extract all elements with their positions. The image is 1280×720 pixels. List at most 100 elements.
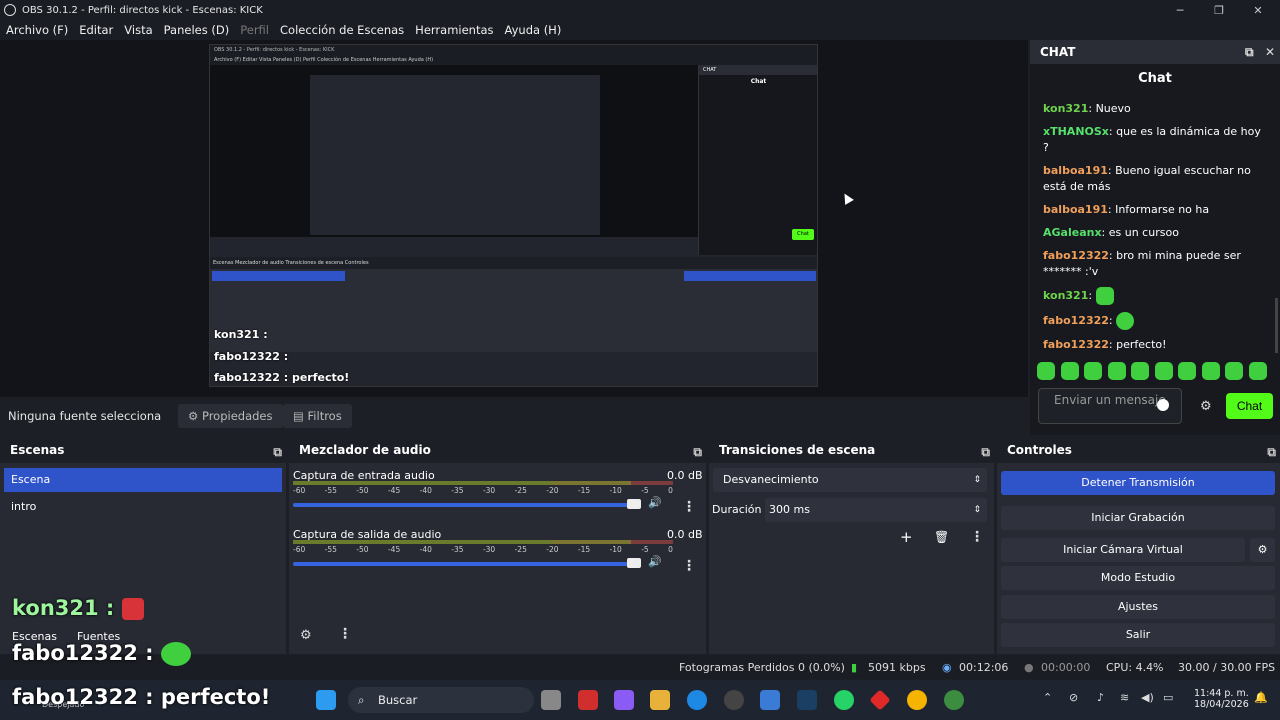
stream-time: 00:12:06 <box>959 661 1009 674</box>
volume-slider-handle[interactable] <box>627 558 641 568</box>
track-menu-dots-icon[interactable]: ⋮ <box>682 499 696 515</box>
stop-stream-button[interactable]: Detener Transmisión <box>1001 471 1275 495</box>
emote-icon[interactable] <box>1225 362 1243 380</box>
emote-icon[interactable] <box>1131 362 1149 380</box>
task-view-icon[interactable] <box>541 690 561 710</box>
preview-overlay-line3: fabo12322 : perfecto! <box>214 371 350 384</box>
notification-bell-icon[interactable]: 🔔 <box>1254 691 1268 704</box>
emote-icon[interactable] <box>1154 362 1173 380</box>
taskbar-search[interactable]: ⌕ Buscar <box>348 687 534 713</box>
program-preview[interactable]: OBS 30.1.2 - Perfil: directos kick - Esc… <box>0 40 1028 397</box>
emote-icon[interactable] <box>1084 362 1102 380</box>
chat-settings-gear-icon[interactable]: ⚙ <box>1200 399 1212 414</box>
volume-slider-handle[interactable] <box>627 499 641 509</box>
transitions-title: Transiciones de escena <box>719 443 876 457</box>
obs-taskbar-icon[interactable] <box>724 690 744 710</box>
studio-mode-button[interactable]: Modo Estudio <box>1001 566 1275 590</box>
emote-icon[interactable] <box>1107 362 1126 380</box>
virtual-camera-settings-button[interactable]: ⚙ <box>1250 538 1275 562</box>
chrome-profile-icon[interactable] <box>944 690 964 710</box>
speaker-icon[interactable]: 🔊 <box>648 496 662 509</box>
start-recording-button[interactable]: Iniciar Grabación <box>1001 506 1275 530</box>
exit-button[interactable]: Salir <box>1001 623 1275 647</box>
track-menu-dots-icon[interactable]: ⋮ <box>682 558 696 574</box>
mixer-title: Mezclador de audio <box>299 443 431 457</box>
menu-perfil[interactable]: Perfil <box>240 23 269 37</box>
menu-paneles[interactable]: Paneles (D) <box>164 23 230 37</box>
scene-item-escena[interactable]: Escena <box>4 468 282 492</box>
file-explorer-icon[interactable] <box>650 690 670 710</box>
chat-undock-icon[interactable]: ⧉ <box>1245 45 1254 60</box>
trash-icon[interactable]: 🗑 <box>934 530 949 544</box>
volume-meter <box>293 540 673 544</box>
maximize-button[interactable]: ❐ <box>1199 0 1239 20</box>
emote-icon[interactable] <box>1248 362 1267 380</box>
netflix-icon[interactable] <box>578 690 598 710</box>
windows-start-icon[interactable] <box>316 690 336 710</box>
preview-mini-scene-selected <box>212 271 345 281</box>
chat-username[interactable]: kon321 <box>1043 289 1088 302</box>
filters-label: Filtros <box>307 409 342 423</box>
clock[interactable]: 11:44 p. m. 18/04/2026 <box>1194 688 1249 710</box>
microphone-icon[interactable]: ♪ <box>1097 691 1104 704</box>
chat-username[interactable]: balboa191 <box>1043 164 1108 177</box>
volume-slider[interactable] <box>293 562 639 566</box>
emote-icon[interactable] <box>1060 362 1079 380</box>
undock-icon[interactable]: ⧉ <box>1267 440 1276 465</box>
scenes-title: Escenas <box>10 443 65 457</box>
emote-icon[interactable] <box>1037 362 1055 380</box>
menu-coleccion-escenas[interactable]: Colección de Escenas <box>280 23 404 37</box>
emote-icon[interactable] <box>1178 362 1196 380</box>
overlay-chat-line1: kon321 : <box>12 596 144 620</box>
menu-ayuda[interactable]: Ayuda (H) <box>505 23 562 37</box>
disney-icon[interactable] <box>797 690 817 710</box>
properties-button[interactable]: ⚙ Propiedades <box>178 404 283 428</box>
transition-select[interactable]: Desvanecimiento ⇕ <box>713 468 987 492</box>
chat-username[interactable]: fabo12322 <box>1043 338 1109 351</box>
chat-username[interactable]: fabo12322 <box>1043 314 1109 327</box>
chat-username[interactable]: balboa191 <box>1043 203 1108 216</box>
menu-herramientas[interactable]: Herramientas <box>415 23 493 37</box>
mixer-settings-gear-icon[interactable]: ⚙ <box>300 628 312 643</box>
speaker-icon[interactable]: 🔊 <box>648 555 662 568</box>
emote-icon[interactable] <box>1201 362 1220 380</box>
wifi-icon[interactable]: ≋ <box>1120 691 1129 704</box>
minimize-button[interactable]: ─ <box>1160 0 1200 20</box>
chat-scrollbar[interactable] <box>1275 298 1278 353</box>
menu-editar[interactable]: Editar <box>79 23 113 37</box>
chat-username[interactable]: fabo12322 <box>1043 249 1109 262</box>
whatsapp-icon[interactable] <box>834 690 854 710</box>
duration-spinbox[interactable]: 300 ms ⇕ <box>765 498 987 522</box>
start-virtual-camera-button[interactable]: Iniciar Cámara Virtual <box>1001 538 1245 562</box>
chat-username[interactable]: AGaleanx <box>1043 226 1102 239</box>
chrome-icon[interactable] <box>907 690 927 710</box>
undock-icon[interactable]: ⧉ <box>693 440 702 465</box>
filters-button[interactable]: ▤ Filtros <box>283 404 352 428</box>
tray-network-icon[interactable]: ⊘ <box>1069 691 1078 704</box>
close-button[interactable]: ✕ <box>1238 0 1278 20</box>
volume-slider[interactable] <box>293 503 639 507</box>
transition-menu-dots-icon[interactable]: ⋮ <box>970 529 984 545</box>
gear-icon: ⚙ <box>188 409 202 423</box>
volume-icon[interactable]: ◀) <box>1141 691 1154 704</box>
menu-archivo[interactable]: Archivo (F) <box>6 23 68 37</box>
undock-icon[interactable]: ⧉ <box>273 440 282 465</box>
store-icon[interactable] <box>760 690 780 710</box>
volume-meter <box>293 481 673 485</box>
copilot-icon[interactable] <box>614 690 634 710</box>
battery-icon[interactable]: ▭ <box>1163 691 1173 704</box>
chat-send-button[interactable]: Chat <box>1226 393 1273 419</box>
edge-icon[interactable] <box>687 690 707 710</box>
undock-icon[interactable]: ⧉ <box>981 440 990 465</box>
scene-item-intro[interactable]: intro <box>4 495 282 519</box>
menu-vista[interactable]: Vista <box>124 23 152 37</box>
chat-username[interactable]: kon321 <box>1043 102 1088 115</box>
tray-chevron-icon[interactable]: ⌃ <box>1043 691 1052 704</box>
settings-button[interactable]: Ajustes <box>1001 595 1275 619</box>
spin-arrows-icon[interactable]: ⇕ <box>973 498 981 522</box>
add-transition-icon[interactable]: + <box>900 528 913 546</box>
emoji-icon[interactable] <box>1157 399 1169 411</box>
chat-close-icon[interactable]: ✕ <box>1265 45 1275 59</box>
mixer-menu-dots-icon[interactable]: ⋮ <box>338 626 352 642</box>
chat-username[interactable]: xTHANOSx <box>1043 125 1109 138</box>
